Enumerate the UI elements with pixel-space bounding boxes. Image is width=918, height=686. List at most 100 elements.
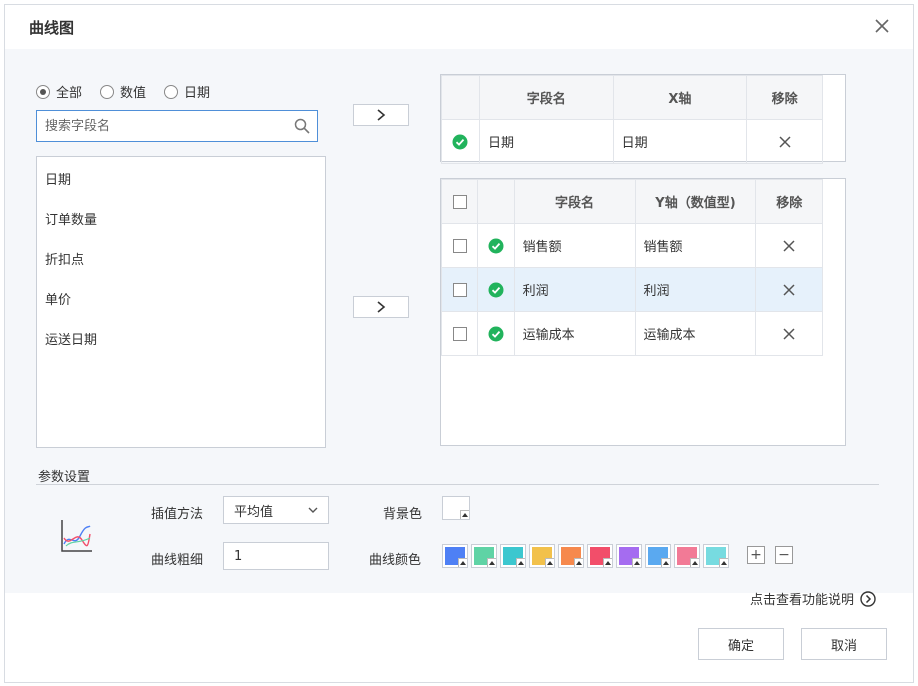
y-axis-grid: 字段名 Y轴（数值型) 移除 销售额 销售额 利润 利润 运输成本 运输成本 — [440, 179, 823, 356]
row-checkbox[interactable] — [452, 326, 467, 341]
list-item[interactable]: 折扣点 — [37, 241, 325, 281]
header-blank — [477, 179, 515, 224]
table-row[interactable]: 运输成本 运输成本 — [440, 311, 823, 356]
radio-all-label: 全部 — [56, 86, 83, 101]
dropdown-triangle-icon — [603, 558, 612, 567]
radio-number[interactable]: 数值 — [100, 82, 146, 101]
color-swatch[interactable] — [442, 544, 468, 568]
table-row[interactable]: 销售额 销售额 — [440, 223, 823, 268]
remove-icon[interactable] — [778, 135, 792, 149]
dialog-title: 曲线图 — [29, 19, 75, 37]
table-header-row: 字段名 Y轴（数值型) 移除 — [440, 179, 823, 224]
close-icon[interactable] — [871, 15, 893, 37]
interp-method-select[interactable]: 平均值 — [223, 496, 329, 524]
dropdown-triangle-icon — [661, 558, 670, 567]
axis-name-cell[interactable]: 日期 — [612, 119, 748, 164]
color-swatch[interactable] — [674, 544, 700, 568]
chevron-right-icon — [377, 301, 386, 313]
color-swatch[interactable] — [558, 544, 584, 568]
color-swatch[interactable] — [500, 544, 526, 568]
x-axis-grid: 字段名 X轴 移除 日期 日期 — [441, 75, 823, 164]
checkbox-cell — [440, 223, 479, 268]
chevron-right-icon — [377, 109, 386, 121]
field-name-cell: 销售额 — [513, 223, 636, 268]
color-swatch[interactable] — [703, 544, 729, 568]
header-y-axis: Y轴（数值型) — [634, 179, 757, 224]
header-remove: 移除 — [755, 179, 823, 224]
status-cell — [441, 119, 480, 164]
remove-icon[interactable] — [782, 283, 796, 297]
cancel-button[interactable]: 取消 — [801, 628, 887, 660]
dropdown-triangle-icon — [458, 558, 467, 567]
checkbox-cell — [440, 311, 479, 356]
background-color-label: 背景色 — [383, 507, 423, 522]
dropdown-triangle-icon — [719, 558, 728, 567]
list-item[interactable]: 订单数量 — [37, 201, 325, 241]
radio-number-dot — [100, 84, 115, 99]
radio-number-label: 数值 — [120, 86, 147, 101]
list-item[interactable]: 运送日期 — [37, 321, 325, 361]
search-input[interactable] — [37, 111, 277, 141]
divider — [36, 484, 879, 485]
color-swatch[interactable] — [471, 544, 497, 568]
status-cell — [477, 311, 515, 356]
check-circle-icon — [488, 326, 504, 341]
add-color-button[interactable]: + — [747, 546, 765, 564]
search-icon[interactable] — [293, 117, 311, 135]
line-width-input[interactable]: 1 — [223, 542, 329, 570]
line-width-label: 曲线粗细 — [151, 553, 204, 568]
line-width-value: 1 — [234, 548, 243, 564]
header-field-name: 字段名 — [513, 179, 636, 224]
radio-date[interactable]: 日期 — [164, 82, 210, 101]
status-cell — [477, 223, 515, 268]
color-swatch[interactable] — [645, 544, 671, 568]
curve-chart-icon — [58, 518, 94, 554]
add-to-x-axis-button[interactable] — [353, 104, 409, 126]
table-row[interactable]: 利润 利润 — [440, 267, 823, 312]
remove-cell — [746, 119, 823, 164]
field-name-cell: 运输成本 — [513, 311, 636, 356]
background-color-picker[interactable] — [442, 496, 470, 520]
axis-name-cell[interactable]: 利润 — [634, 267, 757, 312]
dropdown-triangle-icon — [545, 558, 554, 567]
axis-name-cell[interactable]: 运输成本 — [634, 311, 757, 356]
remove-icon[interactable] — [782, 239, 796, 253]
remove-icon[interactable] — [782, 327, 796, 341]
add-to-y-axis-button[interactable] — [353, 296, 409, 318]
header-x-axis: X轴 — [612, 75, 748, 120]
table-row: 日期 日期 — [441, 119, 823, 164]
dropdown-triangle-icon — [690, 558, 699, 567]
field-type-filter: 全部 数值 日期 — [36, 82, 228, 101]
row-checkbox[interactable] — [452, 282, 467, 297]
line-color-swatches — [442, 544, 732, 568]
select-all-checkbox[interactable] — [452, 194, 467, 209]
field-name-cell: 日期 — [478, 119, 614, 164]
list-item[interactable]: 日期 — [37, 161, 325, 201]
ok-button[interactable]: 确定 — [698, 628, 784, 660]
remove-cell — [755, 223, 823, 268]
remove-color-button[interactable]: − — [775, 546, 793, 564]
help-link[interactable]: 点击查看功能说明 — [750, 589, 876, 608]
radio-all[interactable]: 全部 — [36, 82, 82, 101]
table-header-row: 字段名 X轴 移除 — [441, 75, 823, 120]
radio-date-label: 日期 — [184, 86, 211, 101]
list-item[interactable]: 单价 — [37, 281, 325, 321]
dropdown-triangle-icon — [516, 558, 525, 567]
y-axis-table: 字段名 Y轴（数值型) 移除 销售额 销售额 利润 利润 运输成本 运输成本 — [440, 178, 846, 446]
remove-cell — [755, 311, 823, 356]
radio-all-dot — [36, 84, 50, 99]
checkbox-cell — [440, 267, 479, 312]
status-cell — [477, 267, 515, 312]
interp-method-label: 插值方法 — [151, 507, 204, 522]
search-field — [36, 110, 318, 142]
row-checkbox[interactable] — [452, 238, 467, 253]
params-section-label: 参数设置 — [38, 470, 91, 485]
check-circle-icon — [488, 238, 504, 253]
dropdown-triangle-icon — [487, 558, 496, 567]
axis-name-cell[interactable]: 销售额 — [634, 223, 757, 268]
remove-cell — [755, 267, 823, 312]
help-link-label: 点击查看功能说明 — [749, 593, 854, 608]
color-swatch[interactable] — [529, 544, 555, 568]
color-swatch[interactable] — [616, 544, 642, 568]
color-swatch[interactable] — [587, 544, 613, 568]
